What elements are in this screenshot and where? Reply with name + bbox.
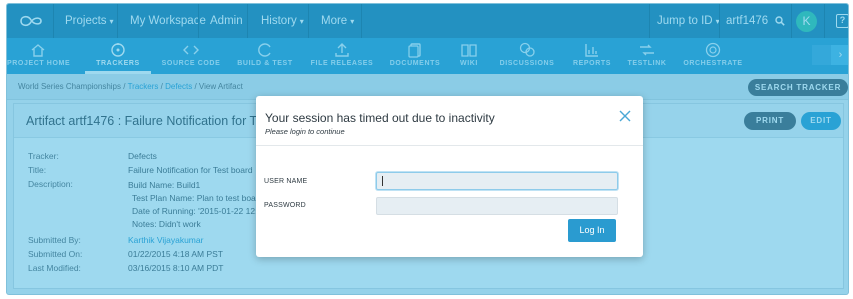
password-input[interactable] (376, 197, 618, 215)
dialog-title: Your session has timed out due to inacti… (265, 111, 495, 125)
dialog-header: Your session has timed out due to inacti… (256, 96, 643, 146)
username-label: USER NAME (264, 178, 308, 185)
password-label: PASSWORD (264, 202, 306, 209)
close-icon[interactable] (618, 109, 632, 123)
username-input[interactable] (376, 172, 618, 190)
dialog-subtitle: Please login to continue (265, 127, 345, 136)
login-button[interactable]: Log In (568, 219, 616, 242)
text-cursor (382, 176, 383, 186)
